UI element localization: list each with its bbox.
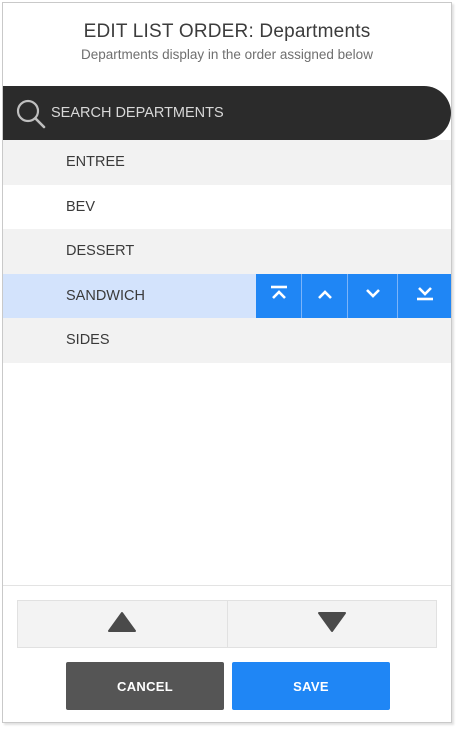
move-down-icon <box>364 287 382 305</box>
reorder-arrow-bar <box>17 600 437 648</box>
move-to-bottom-icon <box>415 285 435 306</box>
move-to-top-icon <box>269 285 289 306</box>
move-up-arrow-button[interactable] <box>18 601 227 647</box>
move-up-icon <box>316 287 334 305</box>
row-reorder-actions <box>256 273 451 318</box>
list-item-label: SIDES <box>66 332 110 348</box>
footer-divider <box>3 585 451 586</box>
department-list: ENTREE BEV DESSERT SANDWICH SIDES <box>3 140 451 363</box>
dialog-header: EDIT LIST ORDER: Departments Departments… <box>3 3 451 86</box>
dialog-subtitle: Departments display in the order assigne… <box>81 47 373 62</box>
search-icon[interactable] <box>15 98 47 130</box>
list-item-label: DESSERT <box>66 243 135 259</box>
search-bar <box>3 86 451 140</box>
move-down-arrow-button[interactable] <box>226 601 437 647</box>
search-input[interactable] <box>51 100 411 126</box>
dialog-title: EDIT LIST ORDER: Departments <box>83 21 371 42</box>
triangle-down-icon <box>317 611 347 638</box>
edit-list-order-dialog: EDIT LIST ORDER: Departments Departments… <box>2 2 452 723</box>
move-to-bottom-button[interactable] <box>398 273 451 318</box>
list-item-label: ENTREE <box>66 154 125 170</box>
list-item[interactable]: SIDES <box>3 318 451 363</box>
cancel-button[interactable]: CANCEL <box>66 662 224 710</box>
save-button[interactable]: SAVE <box>232 662 390 710</box>
move-to-top-button[interactable] <box>256 273 302 318</box>
list-item[interactable]: BEV <box>3 184 451 229</box>
list-item[interactable]: ENTREE <box>3 140 451 185</box>
triangle-up-icon <box>107 611 137 638</box>
list-item-label: BEV <box>66 198 96 215</box>
list-item-selected[interactable]: SANDWICH <box>3 273 451 318</box>
list-item-label: SANDWICH <box>66 287 145 304</box>
move-up-button[interactable] <box>302 273 348 318</box>
move-down-button[interactable] <box>348 273 398 318</box>
list-item[interactable]: DESSERT <box>3 229 451 274</box>
